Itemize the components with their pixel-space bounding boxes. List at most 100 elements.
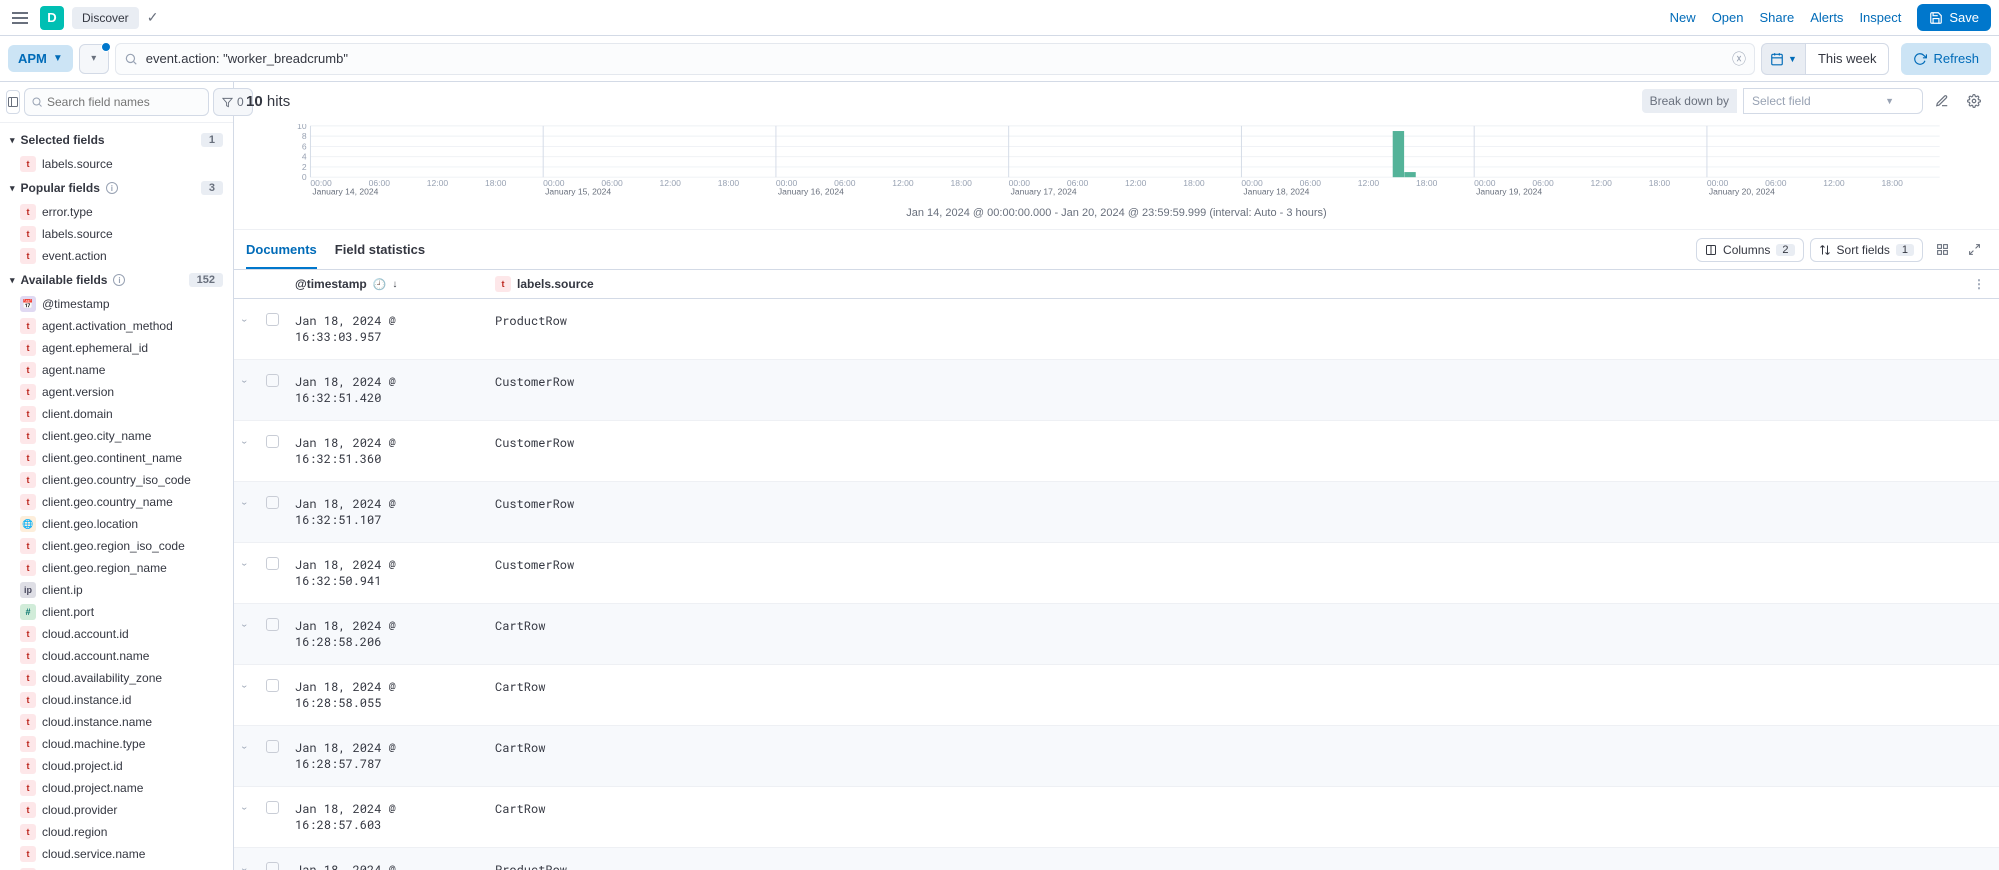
row-checkbox[interactable]: [266, 862, 279, 870]
expand-row-icon[interactable]: ›: [238, 683, 253, 690]
field-item[interactable]: t client.domain: [0, 403, 233, 425]
section-header-popular[interactable]: ▾ Popular fieldsi 3: [0, 175, 233, 201]
clear-query-icon[interactable]: ⓧ: [1732, 49, 1746, 69]
row-checkbox[interactable]: [266, 740, 279, 753]
field-item[interactable]: t labels.source: [0, 223, 233, 245]
table-row[interactable]: › Jan 18, 2024 @ 16:32:50.941 CustomerRo…: [234, 543, 1999, 604]
tab-documents[interactable]: Documents: [246, 232, 317, 269]
field-item[interactable]: t agent.name: [0, 359, 233, 381]
field-item[interactable]: t cloud.account.name: [0, 645, 233, 667]
expand-row-icon[interactable]: ›: [238, 744, 253, 751]
refresh-button[interactable]: Refresh: [1901, 43, 1991, 75]
field-item[interactable]: t cloud.service.name: [0, 843, 233, 865]
menu-icon[interactable]: [8, 6, 32, 30]
row-checkbox[interactable]: [266, 679, 279, 692]
field-item[interactable]: 🌐 client.geo.location: [0, 513, 233, 535]
query-input[interactable]: [146, 51, 1724, 66]
field-item[interactable]: t client.geo.country_name: [0, 491, 233, 513]
link-alerts[interactable]: Alerts: [1810, 10, 1843, 25]
expand-row-icon[interactable]: ›: [238, 805, 253, 812]
link-inspect[interactable]: Inspect: [1859, 10, 1901, 25]
display-options-button[interactable]: [1929, 237, 1955, 263]
expand-row-icon[interactable]: ›: [238, 317, 253, 324]
column-menu-icon[interactable]: ⋮: [1967, 277, 1991, 291]
field-type-icon: t: [20, 538, 36, 554]
histogram-chart[interactable]: 024681000:0006:0012:0018:00January 14, 2…: [234, 120, 1999, 230]
table-row[interactable]: › Jan 18, 2024 @ 16:28:58.206 CartRow: [234, 604, 1999, 665]
row-checkbox[interactable]: [266, 313, 279, 326]
expand-row-icon[interactable]: ›: [238, 561, 253, 568]
edit-visualization-button[interactable]: [1929, 88, 1955, 114]
table-row[interactable]: › Jan 18, 2024 @ 16:32:51.107 CustomerRo…: [234, 482, 1999, 543]
field-item[interactable]: t agent.ephemeral_id: [0, 337, 233, 359]
field-item[interactable]: t cloud.project.name: [0, 777, 233, 799]
field-item[interactable]: ip client.ip: [0, 579, 233, 601]
link-new[interactable]: New: [1670, 10, 1696, 25]
sort-button[interactable]: Sort fields 1: [1810, 238, 1923, 262]
field-item[interactable]: t event.action: [0, 245, 233, 267]
field-item[interactable]: t cloud.project.id: [0, 755, 233, 777]
field-item[interactable]: t labels.source: [0, 153, 233, 175]
dataview-selector[interactable]: APM ▼: [8, 45, 73, 72]
expand-row-icon[interactable]: ›: [238, 866, 253, 870]
sidebar-scroll[interactable]: ▾ Selected fields 1 t labels.source ▾ Po…: [0, 123, 233, 870]
expand-row-icon[interactable]: ›: [238, 500, 253, 507]
tab-field-statistics[interactable]: Field statistics: [335, 232, 425, 269]
field-search-input[interactable]: [47, 95, 202, 109]
chart-options-button[interactable]: [1961, 88, 1987, 114]
table-row[interactable]: › Jan 18, 2024 @ 16:33:03.957 ProductRow: [234, 299, 1999, 360]
field-item[interactable]: t client.geo.region_iso_code: [0, 535, 233, 557]
row-checkbox[interactable]: [266, 496, 279, 509]
svg-text:12:00: 12:00: [660, 178, 682, 188]
documents-table: @timestamp 🕘 ↓ t labels.source: [234, 270, 1999, 870]
field-item[interactable]: # client.port: [0, 601, 233, 623]
table-row[interactable]: › Jan 18, 2024 @ 16:32:51.420 CustomerRo…: [234, 360, 1999, 421]
link-open[interactable]: Open: [1712, 10, 1744, 25]
date-quick-button[interactable]: ▼: [1761, 43, 1805, 75]
table-row[interactable]: › Jan 18, 2024 @ 16:28:57.787 CartRow: [234, 726, 1999, 787]
field-item[interactable]: t client.geo.continent_name: [0, 447, 233, 469]
section-header-available[interactable]: ▾ Available fieldsi 152: [0, 267, 233, 293]
field-item[interactable]: t agent.activation_method: [0, 315, 233, 337]
row-checkbox[interactable]: [266, 557, 279, 570]
table-row[interactable]: › Jan 18, 2024 @ 16:10:07.521 ProductRow: [234, 848, 1999, 870]
field-item[interactable]: t client.geo.region_name: [0, 557, 233, 579]
table-row[interactable]: › Jan 18, 2024 @ 16:28:57.603 CartRow: [234, 787, 1999, 848]
field-item[interactable]: t cloud.provider: [0, 799, 233, 821]
field-item[interactable]: t container.id: [0, 865, 233, 870]
columns-button[interactable]: Columns 2: [1696, 238, 1803, 262]
fullscreen-button[interactable]: [1961, 237, 1987, 263]
app-logo[interactable]: D: [40, 6, 64, 30]
field-item[interactable]: t cloud.region: [0, 821, 233, 843]
expand-row-icon[interactable]: ›: [238, 439, 253, 446]
field-item[interactable]: 📅 @timestamp: [0, 293, 233, 315]
th-labels-source[interactable]: t labels.source: [487, 270, 1959, 299]
expand-row-icon[interactable]: ›: [238, 622, 253, 629]
save-button[interactable]: Save: [1917, 4, 1991, 31]
date-range[interactable]: This week: [1805, 43, 1890, 75]
table-row[interactable]: › Jan 18, 2024 @ 16:32:51.360 CustomerRo…: [234, 421, 1999, 482]
field-item[interactable]: t cloud.instance.id: [0, 689, 233, 711]
row-checkbox[interactable]: [266, 435, 279, 448]
collapse-sidebar-button[interactable]: [6, 90, 20, 114]
row-checkbox[interactable]: [266, 374, 279, 387]
field-item[interactable]: t client.geo.city_name: [0, 425, 233, 447]
field-item[interactable]: t error.type: [0, 201, 233, 223]
add-filter-button[interactable]: ▾: [79, 44, 109, 74]
field-item[interactable]: t cloud.account.id: [0, 623, 233, 645]
table-wrap[interactable]: @timestamp 🕘 ↓ t labels.source: [234, 270, 1999, 870]
link-share[interactable]: Share: [1760, 10, 1795, 25]
field-item[interactable]: t client.geo.country_iso_code: [0, 469, 233, 491]
row-checkbox[interactable]: [266, 618, 279, 631]
expand-row-icon[interactable]: ›: [238, 378, 253, 385]
field-item[interactable]: t cloud.availability_zone: [0, 667, 233, 689]
section-header-selected[interactable]: ▾ Selected fields 1: [0, 127, 233, 153]
table-row[interactable]: › Jan 18, 2024 @ 16:28:58.055 CartRow: [234, 665, 1999, 726]
breakdown-select[interactable]: Select field ▼: [1743, 88, 1923, 114]
field-item[interactable]: t cloud.machine.type: [0, 733, 233, 755]
th-timestamp[interactable]: @timestamp 🕘 ↓: [287, 270, 487, 299]
row-checkbox[interactable]: [266, 801, 279, 814]
field-item[interactable]: t agent.version: [0, 381, 233, 403]
field-item[interactable]: t cloud.instance.name: [0, 711, 233, 733]
breadcrumb[interactable]: Discover: [72, 7, 139, 29]
